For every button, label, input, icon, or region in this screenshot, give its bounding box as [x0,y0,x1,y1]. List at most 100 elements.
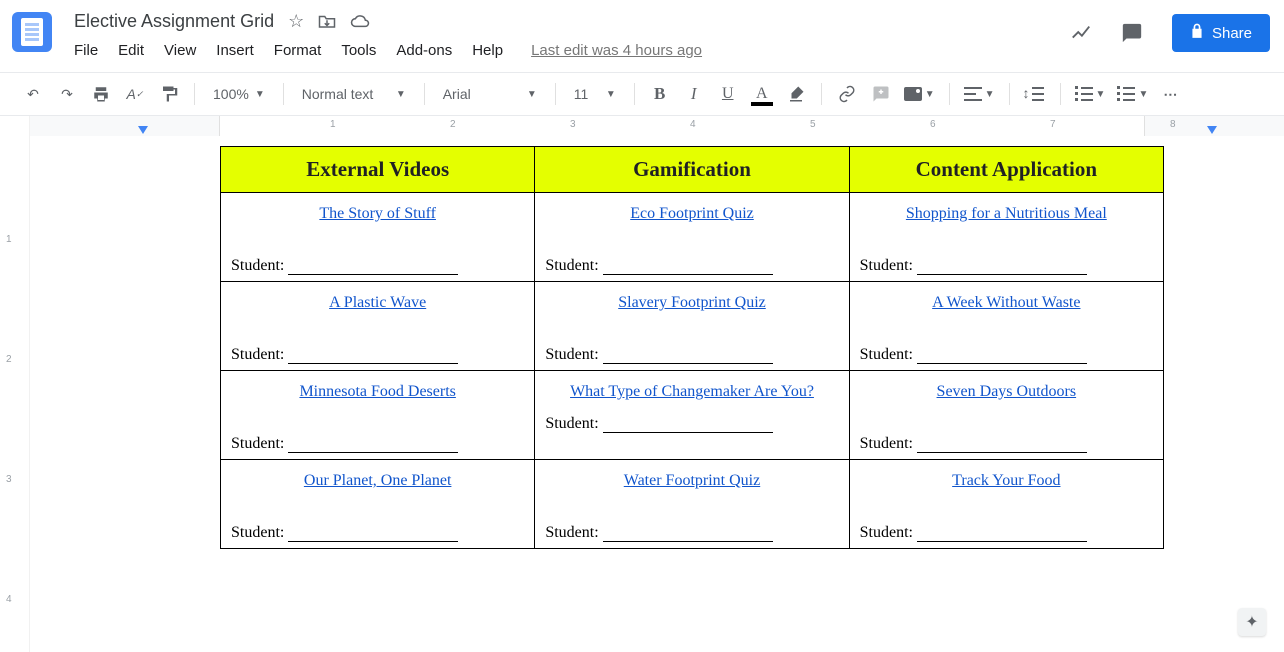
docs-logo[interactable] [12,12,52,52]
spellcheck-button[interactable]: A✓ [120,79,150,109]
table-header: Gamification [535,147,849,193]
assignment-link[interactable]: Eco Footprint Quiz [545,205,838,223]
student-label: Student: [860,435,913,452]
assignment-link[interactable]: Shopping for a Nutritious Meal [860,205,1153,223]
document-page[interactable]: External Videos Gamification Content App… [50,136,1284,652]
add-comment-button[interactable] [866,79,896,109]
bulleted-list-dropdown[interactable]: ▼ [1113,79,1152,109]
zoom-value: 100% [213,86,249,102]
menu-edit[interactable]: Edit [118,42,144,59]
numbered-list-dropdown[interactable]: ▼ [1071,79,1110,109]
student-label: Student: [231,257,284,274]
hruler-tick: 2 [450,119,456,130]
comments-icon[interactable] [1120,22,1144,44]
share-button[interactable]: Share [1172,14,1270,52]
table-header: External Videos [221,147,535,193]
italic-button[interactable]: I [679,79,709,109]
share-label: Share [1212,25,1252,42]
bulleted-list-icon [1117,87,1135,101]
line-spacing-button[interactable] [1020,79,1050,109]
zoom-dropdown[interactable]: 100%▼ [205,79,273,109]
vruler-tick: 4 [6,594,12,605]
hruler-tick: 7 [1050,119,1056,130]
assignment-link[interactable]: Our Planet, One Planet [231,472,524,490]
assignment-link[interactable]: A Week Without Waste [860,294,1153,312]
align-dropdown[interactable]: ▼ [960,79,999,109]
hruler-tick: 1 [330,119,336,130]
underline-button[interactable]: U [713,79,743,109]
assignment-link[interactable]: A Plastic Wave [231,294,524,312]
student-label: Student: [231,346,284,363]
paint-format-button[interactable] [154,79,184,109]
right-indent-marker[interactable] [1207,126,1217,134]
assignment-link[interactable]: What Type of Changemaker Are You? [545,383,838,401]
hruler-tick: 4 [690,119,696,130]
print-button[interactable] [86,79,116,109]
student-label: Student: [231,435,284,452]
vruler-tick: 1 [6,234,12,245]
align-left-icon [964,87,982,101]
menu-tools[interactable]: Tools [341,42,376,59]
insert-link-button[interactable] [832,79,862,109]
numbered-list-icon [1075,87,1093,101]
text-color-button[interactable]: A [747,79,777,109]
bold-button[interactable]: B [645,79,675,109]
menu-format[interactable]: Format [274,42,322,59]
activity-icon[interactable] [1070,22,1092,44]
hruler-tick: 6 [930,119,936,130]
hruler-tick: 5 [810,119,816,130]
student-label: Student: [545,524,598,541]
assignment-link[interactable]: Water Footprint Quiz [545,472,838,490]
titlebar: Elective Assignment Grid ☆ File Edit Vie… [0,0,1284,72]
vruler-tick: 2 [6,354,12,365]
menubar: File Edit View Insert Format Tools Add-o… [74,42,702,59]
menu-addons[interactable]: Add-ons [396,42,452,59]
assignment-link[interactable]: The Story of Stuff [231,205,524,223]
font-dropdown[interactable]: Arial▼ [435,79,545,109]
workspace: 1 2 3 4 1 2 3 4 5 6 7 8 External Videos … [0,116,1284,652]
menu-insert[interactable]: Insert [216,42,254,59]
assignment-link[interactable]: Minnesota Food Deserts [231,383,524,401]
assignment-link[interactable]: Seven Days Outdoors [860,383,1153,401]
student-label: Student: [545,346,598,363]
styles-dropdown[interactable]: Normal text▼ [294,79,414,109]
explore-button[interactable]: ✦ [1238,608,1266,636]
assignment-link[interactable]: Slavery Footprint Quiz [545,294,838,312]
menu-help[interactable]: Help [472,42,503,59]
vertical-ruler[interactable]: 1 2 3 4 [0,116,30,652]
student-label: Student: [860,346,913,363]
highlight-button[interactable] [781,79,811,109]
table-row: Minnesota Food Deserts Student: What Type… [221,371,1164,460]
vruler-tick: 3 [6,474,12,485]
last-edit-link[interactable]: Last edit was 4 hours ago [531,42,702,59]
doc-title[interactable]: Elective Assignment Grid [74,11,274,32]
more-toolbar-button[interactable]: ⋯ [1156,79,1186,109]
assignment-link[interactable]: Track Your Food [860,472,1153,490]
student-label: Student: [545,415,598,432]
redo-button[interactable]: ↷ [52,79,82,109]
star-icon[interactable]: ☆ [288,12,304,30]
hruler-tick: 8 [1170,119,1176,130]
cloud-status-icon[interactable] [350,13,370,29]
menu-file[interactable]: File [74,42,98,59]
insert-image-button[interactable]: ▼ [900,79,939,109]
horizontal-ruler[interactable]: 1 2 3 4 5 6 7 8 [30,116,1284,136]
move-icon[interactable] [318,13,336,29]
font-value: Arial [443,86,471,102]
assignment-table: External Videos Gamification Content App… [220,146,1164,549]
lock-icon [1190,23,1204,43]
table-header: Content Application [849,147,1163,193]
fontsize-value: 11 [574,86,589,102]
student-label: Student: [231,524,284,541]
menu-view[interactable]: View [164,42,196,59]
styles-value: Normal text [302,86,374,102]
student-label: Student: [860,524,913,541]
table-row: A Plastic Wave Student: Slavery Footprint… [221,282,1164,371]
undo-button[interactable]: ↶ [18,79,48,109]
student-label: Student: [545,257,598,274]
left-indent-marker[interactable] [138,126,148,134]
toolbar: ↶ ↷ A✓ 100%▼ Normal text▼ Arial▼ 11▼ B I… [0,72,1284,116]
image-icon [904,87,922,101]
fontsize-dropdown[interactable]: 11▼ [566,79,624,109]
student-label: Student: [860,257,913,274]
